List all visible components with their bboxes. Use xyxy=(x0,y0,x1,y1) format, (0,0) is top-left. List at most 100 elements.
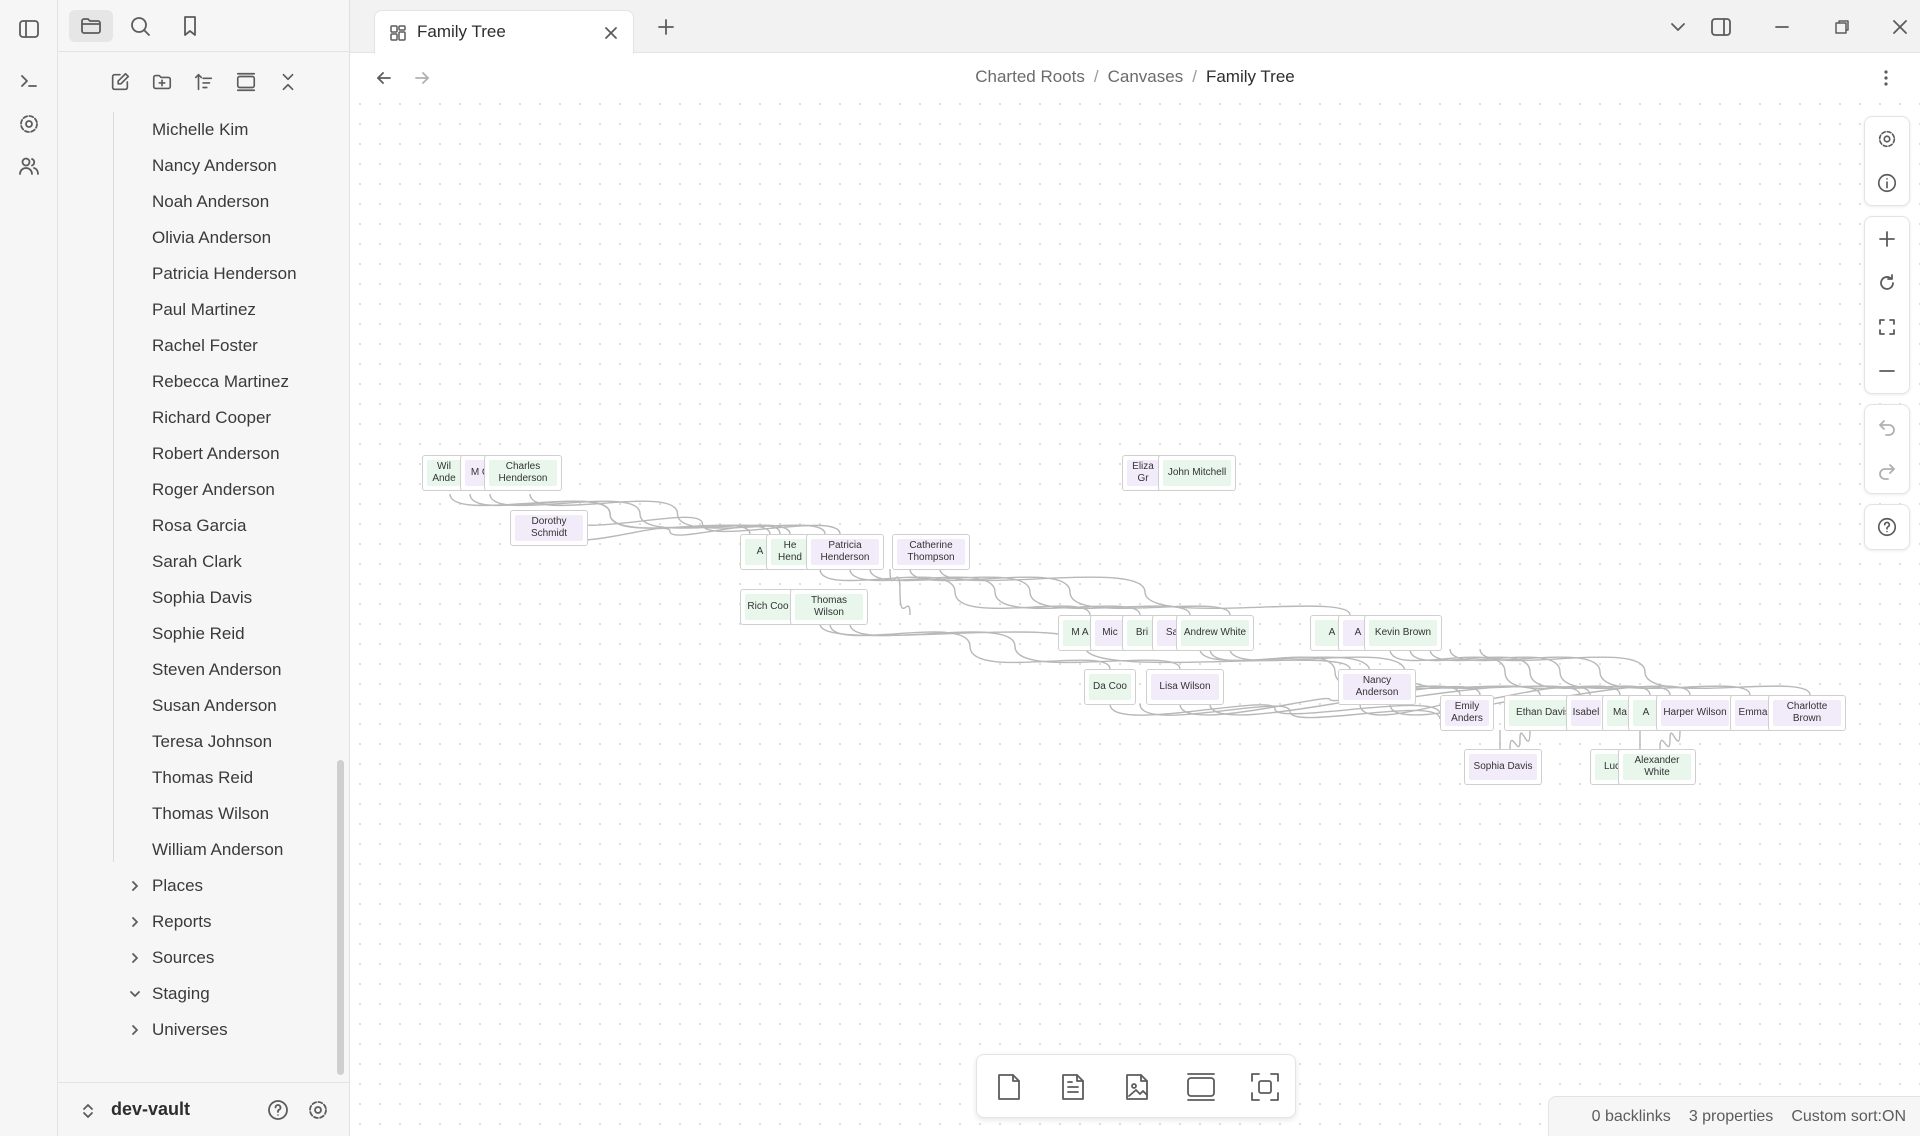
tree-item-person[interactable]: Noah Anderson xyxy=(152,185,269,219)
person-card[interactable]: Andrew White xyxy=(1176,615,1254,651)
person-card[interactable]: Thomas Wilson xyxy=(790,589,868,625)
tree-item-person[interactable]: Rebecca Martinez xyxy=(152,365,289,399)
collapse-all-icon[interactable] xyxy=(272,66,304,98)
info-icon[interactable] xyxy=(1865,161,1909,205)
files-tab-folder-icon[interactable] xyxy=(69,10,113,42)
search-icon[interactable] xyxy=(118,10,162,42)
new-tab-plus-icon[interactable] xyxy=(648,10,684,44)
person-card[interactable]: John Mitchell xyxy=(1158,455,1236,491)
tab-list-chevron-down-icon[interactable] xyxy=(1660,10,1696,44)
tree-item-person[interactable]: Teresa Johnson xyxy=(152,725,272,759)
tree-item-person[interactable]: Susan Anderson xyxy=(152,689,277,723)
folder-reports[interactable]: Reports xyxy=(128,905,212,939)
person-card[interactable]: Nancy Anderson xyxy=(1338,669,1416,705)
zoom-to-fit-icon[interactable] xyxy=(1865,305,1909,349)
help-icon[interactable] xyxy=(266,1098,290,1122)
person-card[interactable]: Da Coo xyxy=(1084,669,1136,705)
terminal-icon[interactable] xyxy=(12,64,46,98)
reset-zoom-icon[interactable] xyxy=(1865,261,1909,305)
person-card[interactable]: Lisa Wilson xyxy=(1146,669,1224,705)
tree-item-person[interactable]: Thomas Reid xyxy=(152,761,253,795)
tree-item-person[interactable]: William Anderson xyxy=(152,833,283,867)
relationship-edge xyxy=(1509,729,1531,750)
tree-item-person[interactable]: Rachel Foster xyxy=(152,329,258,363)
new-note-icon[interactable] xyxy=(104,66,136,98)
add-card-icon[interactable] xyxy=(987,1067,1031,1107)
tree-item-person[interactable]: Nancy Anderson xyxy=(152,149,277,183)
person-card[interactable]: Emily Anders xyxy=(1440,695,1494,731)
person-card[interactable]: Harper Wilson xyxy=(1656,695,1734,731)
tree-item-person[interactable]: Rosa Garcia xyxy=(152,509,246,543)
tab-title: Family Tree xyxy=(417,22,506,41)
canvas-help-icon[interactable] xyxy=(1865,505,1909,549)
tree-item-person[interactable]: Robert Anderson xyxy=(152,437,280,471)
tree-item-person[interactable]: Richard Cooper xyxy=(152,401,271,435)
right-sidebar-toggle-icon[interactable] xyxy=(1703,10,1739,44)
settings-gear-icon[interactable] xyxy=(12,107,46,141)
custom-sort-status[interactable]: Custom sort:ON xyxy=(1791,1108,1906,1126)
tree-item-person[interactable]: Sophia Davis xyxy=(152,581,252,615)
add-media-icon[interactable] xyxy=(1115,1067,1159,1107)
tab-family-tree[interactable]: Family Tree xyxy=(374,10,634,54)
backlinks-count[interactable]: 0 backlinks xyxy=(1592,1108,1671,1126)
folder-places[interactable]: Places xyxy=(128,869,203,903)
minimize-icon[interactable] xyxy=(1764,10,1800,44)
canvas-view[interactable]: Charted Roots / Canvases / Family Tree Wil A… xyxy=(350,54,1920,1136)
bookmark-icon[interactable] xyxy=(168,10,212,42)
chevron-right-icon xyxy=(128,879,152,893)
redo-icon[interactable] xyxy=(1865,449,1909,493)
tree-item-person[interactable]: Roger Anderson xyxy=(152,473,275,507)
select-frame-icon[interactable] xyxy=(1243,1067,1287,1107)
canvas-card-toolbar xyxy=(976,1054,1296,1118)
people-icon[interactable] xyxy=(12,149,46,183)
tree-item-person[interactable]: Olivia Anderson xyxy=(152,221,271,255)
restore-window-icon[interactable] xyxy=(1824,10,1860,44)
person-card-label: Alexander White xyxy=(1634,755,1680,778)
person-card[interactable]: Patricia Henderson xyxy=(806,534,884,570)
auto-reveal-icon[interactable] xyxy=(230,66,262,98)
person-card[interactable]: Charles Henderson xyxy=(484,455,562,491)
add-group-icon[interactable] xyxy=(1179,1067,1223,1107)
person-card[interactable]: Catherine Thompson xyxy=(892,534,970,570)
chevron-updown-icon[interactable] xyxy=(80,1101,96,1121)
person-card-label: Eliza Gr xyxy=(1132,461,1154,484)
zoom-in-plus-icon[interactable] xyxy=(1865,217,1909,261)
file-tree: Michelle Kim Nancy Anderson Noah Anderso… xyxy=(58,112,350,1062)
person-card[interactable]: Alexander White xyxy=(1618,749,1696,785)
person-card[interactable]: Dorothy Schmidt xyxy=(510,510,588,546)
vault-name[interactable]: dev-vault xyxy=(111,1099,190,1120)
person-card-label: Catherine Thompson xyxy=(907,540,955,563)
tree-item-person[interactable]: Patricia Henderson xyxy=(152,257,297,291)
tree-item-person[interactable]: Sarah Clark xyxy=(152,545,242,579)
tree-item-person[interactable]: Paul Martinez xyxy=(152,293,256,327)
person-card[interactable]: Isabel xyxy=(1566,695,1606,731)
new-folder-icon[interactable] xyxy=(146,66,178,98)
zoom-out-minus-icon[interactable] xyxy=(1865,349,1909,393)
folder-staging[interactable]: Staging xyxy=(128,977,210,1011)
person-card[interactable]: Kevin Brown xyxy=(1364,615,1442,651)
person-card-label: Kevin Brown xyxy=(1374,627,1432,638)
tree-item-person[interactable]: Sophie Reid xyxy=(152,617,245,651)
properties-count[interactable]: 3 properties xyxy=(1689,1108,1774,1126)
folder-label: Places xyxy=(152,876,204,895)
close-window-icon[interactable] xyxy=(1882,10,1918,44)
undo-icon[interactable] xyxy=(1865,405,1909,449)
tree-item-person[interactable]: Michelle Kim xyxy=(152,113,248,147)
status-bar: 0 backlinks 3 properties Custom sort:ON xyxy=(1548,1096,1920,1136)
close-tab-icon[interactable] xyxy=(601,23,621,43)
person-card[interactable]: Charlotte Brown xyxy=(1768,695,1846,731)
person-card[interactable]: Rich Coo xyxy=(740,589,796,625)
vault-settings-gear-icon[interactable] xyxy=(306,1098,330,1122)
person-card-label: Emma xyxy=(1738,707,1768,718)
sidebar-toggle-icon[interactable] xyxy=(12,12,46,46)
folder-sources[interactable]: Sources xyxy=(128,941,214,975)
person-card[interactable]: Sophia Davis xyxy=(1464,749,1542,785)
folder-universes[interactable]: Universes xyxy=(128,1013,228,1047)
tree-item-person[interactable]: Steven Anderson xyxy=(152,653,281,687)
person-card-label: Mic xyxy=(1102,627,1118,638)
tree-item-person[interactable]: Thomas Wilson xyxy=(152,797,269,831)
canvas-settings-gear-icon[interactable] xyxy=(1865,117,1909,161)
add-note-icon[interactable] xyxy=(1051,1067,1095,1107)
sidebar-scrollbar[interactable] xyxy=(337,760,344,1075)
sort-order-icon[interactable] xyxy=(188,66,220,98)
